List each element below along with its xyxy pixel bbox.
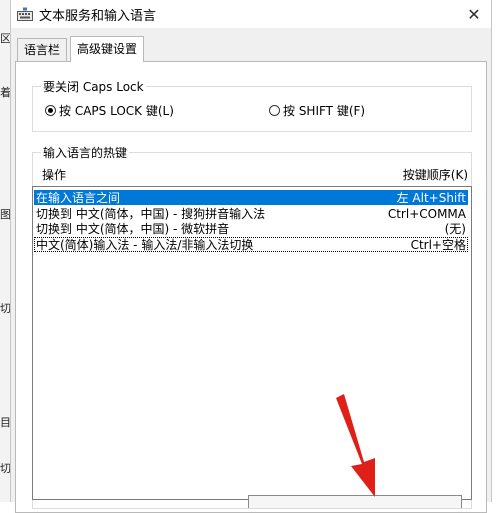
hotkey-keys: Ctrl+COMMA — [387, 206, 466, 221]
hotkey-keys: Ctrl+空格 — [410, 238, 466, 252]
window-title: 文本服务和输入语言 — [39, 9, 157, 24]
tab-strip: 语言栏 高级键设置 — [15, 36, 487, 62]
title-bar[interactable]: 文本服务和输入语言 ✕ — [11, 0, 491, 28]
hotkey-row[interactable]: 中文(简体)输入法 - 输入法/非输入法切换 Ctrl+空格 — [34, 237, 468, 252]
radio-unselected-icon — [269, 105, 280, 116]
hotkeys-list[interactable]: 在输入语言之间 左 Alt+Shift 切换到 中文(简体，中国) - 搜狗拼音… — [32, 186, 472, 500]
column-header-key-sequence: 按键顺序(K) — [402, 168, 468, 182]
hotkey-action: 在输入语言之间 — [36, 191, 121, 205]
hotkeys-group-title: 输入语言的热键 — [41, 144, 130, 161]
close-button[interactable]: ✕ — [457, 0, 491, 28]
caps-lock-group: 要关闭 Caps Lock 按 CAPS LOCK 键(L) 按 SHIFT 键… — [32, 78, 472, 132]
advanced-key-settings-panel: 要关闭 Caps Lock 按 CAPS LOCK 键(L) 按 SHIFT 键… — [15, 61, 487, 513]
caps-lock-key-label: 按 CAPS LOCK 键(L) — [59, 104, 174, 118]
hotkey-keys: 左 Alt+Shift — [396, 191, 466, 205]
radio-selected-icon — [45, 105, 56, 116]
hotkey-row[interactable]: 切换到 中文(简体，中国) - 微软拼音 (无) — [34, 221, 468, 236]
shift-key-label: 按 SHIFT 键(F) — [283, 104, 366, 118]
tab-advanced-key-settings[interactable]: 高级键设置 — [70, 36, 145, 62]
caps-lock-group-title: 要关闭 Caps Lock — [41, 78, 146, 95]
column-header-action: 操作 — [42, 168, 67, 182]
tab-language-bar[interactable]: 语言栏 — [17, 38, 68, 61]
shift-key-radio[interactable]: 按 SHIFT 键(F) — [269, 102, 365, 119]
close-icon: ✕ — [467, 4, 481, 24]
keyboard-icon — [17, 7, 33, 21]
caps-lock-key-radio[interactable]: 按 CAPS LOCK 键(L) — [45, 102, 174, 119]
text-services-dialog: 文本服务和输入语言 ✕ 语言栏 高级键设置 要关闭 Caps Lock 按 CA… — [10, 0, 492, 513]
hotkey-action: 切换到 中文(简体，中国) - 微软拼音 — [36, 222, 230, 236]
hotkey-action: 中文(简体)输入法 - 输入法/非输入法切换 — [36, 238, 254, 252]
hotkey-keys: (无) — [444, 222, 466, 236]
hotkey-row[interactable]: 切换到 中文(简体，中国) - 搜狗拼音输入法 Ctrl+COMMA — [34, 206, 468, 222]
hotkey-row[interactable]: 在输入语言之间 左 Alt+Shift — [34, 190, 468, 205]
